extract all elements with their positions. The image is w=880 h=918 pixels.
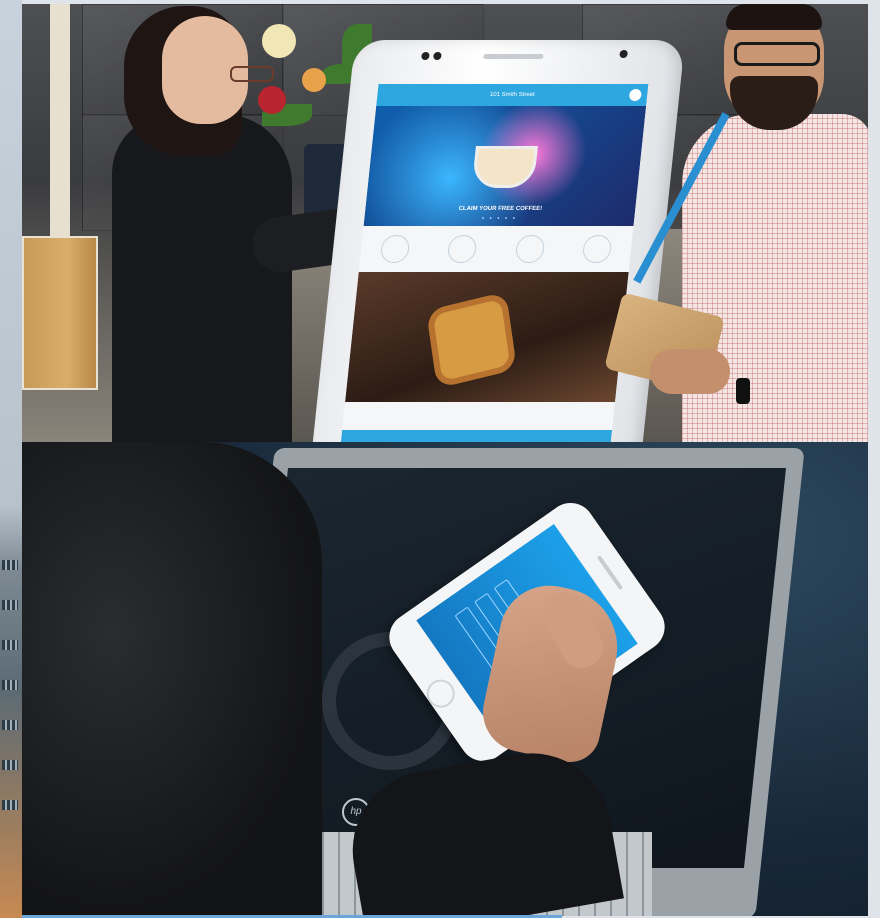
building-window <box>2 600 18 610</box>
toasted-sandwich <box>426 291 517 389</box>
man-with-bag <box>604 4 868 442</box>
camera-icon <box>420 52 430 60</box>
carousel-dots: • • • • • <box>481 216 518 222</box>
quick-actions <box>359 226 634 272</box>
building-window <box>2 680 18 690</box>
phone-icon <box>446 235 478 263</box>
promo-caption: CLAIM YOUR FREE COFFEE! <box>458 206 543 212</box>
wood-frame <box>50 4 70 239</box>
phone-laptop-photo: hp <box>22 442 868 916</box>
hand <box>650 349 730 394</box>
building-window <box>2 800 18 810</box>
phone-speaker <box>596 555 624 591</box>
glasses <box>734 42 820 66</box>
tab-bar <box>339 430 613 442</box>
kiosk-screen: 101 Smith Street CLAIM YOUR FREE COFFEE!… <box>339 84 649 442</box>
dark-sleeve <box>22 442 322 916</box>
touch-icon <box>379 235 411 263</box>
food-card <box>345 272 629 402</box>
camera-icon <box>432 52 442 60</box>
promo-banner: CLAIM YOUR FREE COFFEE! • • • • • <box>363 106 647 226</box>
building-strip <box>0 0 22 918</box>
blazer <box>112 114 292 442</box>
wood-cabinet <box>22 236 98 390</box>
weather-icon <box>581 235 613 263</box>
wristwatch <box>736 378 750 404</box>
building-window <box>2 760 18 770</box>
app-header: 101 Smith Street <box>376 84 649 106</box>
speaker-grille <box>483 54 544 59</box>
app-header-title: 101 Smith Street <box>489 92 535 98</box>
kiosk-photo: 101 Smith Street CLAIM YOUR FREE COFFEE!… <box>22 4 868 442</box>
building-window <box>2 640 18 650</box>
building-window <box>2 720 18 730</box>
photo-collage: 101 Smith Street CLAIM YOUR FREE COFFEE!… <box>0 0 880 918</box>
glasses <box>230 66 274 82</box>
hair <box>726 4 822 30</box>
ear-icon <box>514 235 546 263</box>
coffee-cup-icon <box>471 146 538 188</box>
building-window <box>2 560 18 570</box>
